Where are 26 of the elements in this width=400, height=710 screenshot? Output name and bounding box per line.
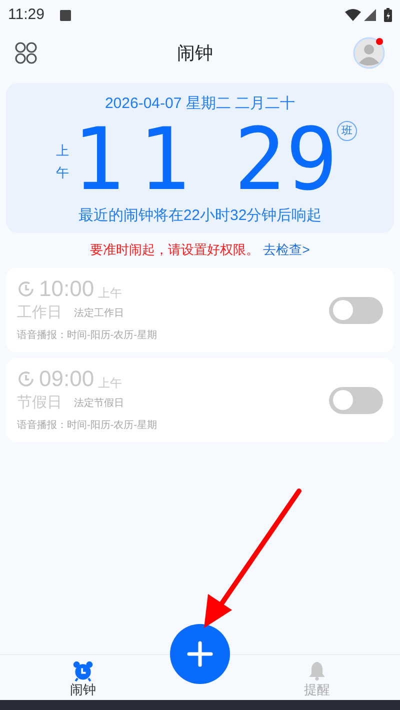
voice-announcement: 语音播报：时间-阳历-农历-星期 <box>17 418 158 433</box>
alarm-toggle[interactable] <box>329 386 383 414</box>
alarm-tag: 法定节假日 <box>74 396 124 411</box>
check-link[interactable]: 去检查> <box>263 240 310 260</box>
battery-icon <box>384 8 392 22</box>
voice-announcement: 语音播报：时间-阳历-农历-星期 <box>17 328 158 343</box>
status-time: 11:29 <box>8 4 44 25</box>
alarm-toggle[interactable] <box>329 296 383 324</box>
clock-minutes: 29 <box>234 115 338 205</box>
page-title: 闹钟 <box>177 42 213 64</box>
nav-tab[interactable]: 闹钟 <box>23 655 143 700</box>
wifi-icon <box>345 9 361 21</box>
clock-icon <box>17 280 35 298</box>
period-label: 上午 <box>56 142 70 182</box>
grid-menu-icon[interactable] <box>15 42 37 64</box>
next-alarm-text: 最近的闹钟将在22小时32分钟后响起 <box>78 206 322 226</box>
signal-icon <box>364 9 376 21</box>
date-text: 2026-04-07 星期二 二月二十 <box>104 94 296 114</box>
workday-badge: 班 <box>337 121 357 141</box>
permission-warning: 要准时闹起，请设置好权限。 <box>90 241 260 260</box>
nav-tab[interactable]: 提醒 <box>257 655 377 700</box>
clock-hours: 11 <box>72 115 204 205</box>
alarm-tag: 法定工作日 <box>74 306 124 321</box>
clock-icon <box>17 370 35 388</box>
avatar-icon[interactable] <box>353 37 385 69</box>
plus-icon <box>187 641 213 667</box>
